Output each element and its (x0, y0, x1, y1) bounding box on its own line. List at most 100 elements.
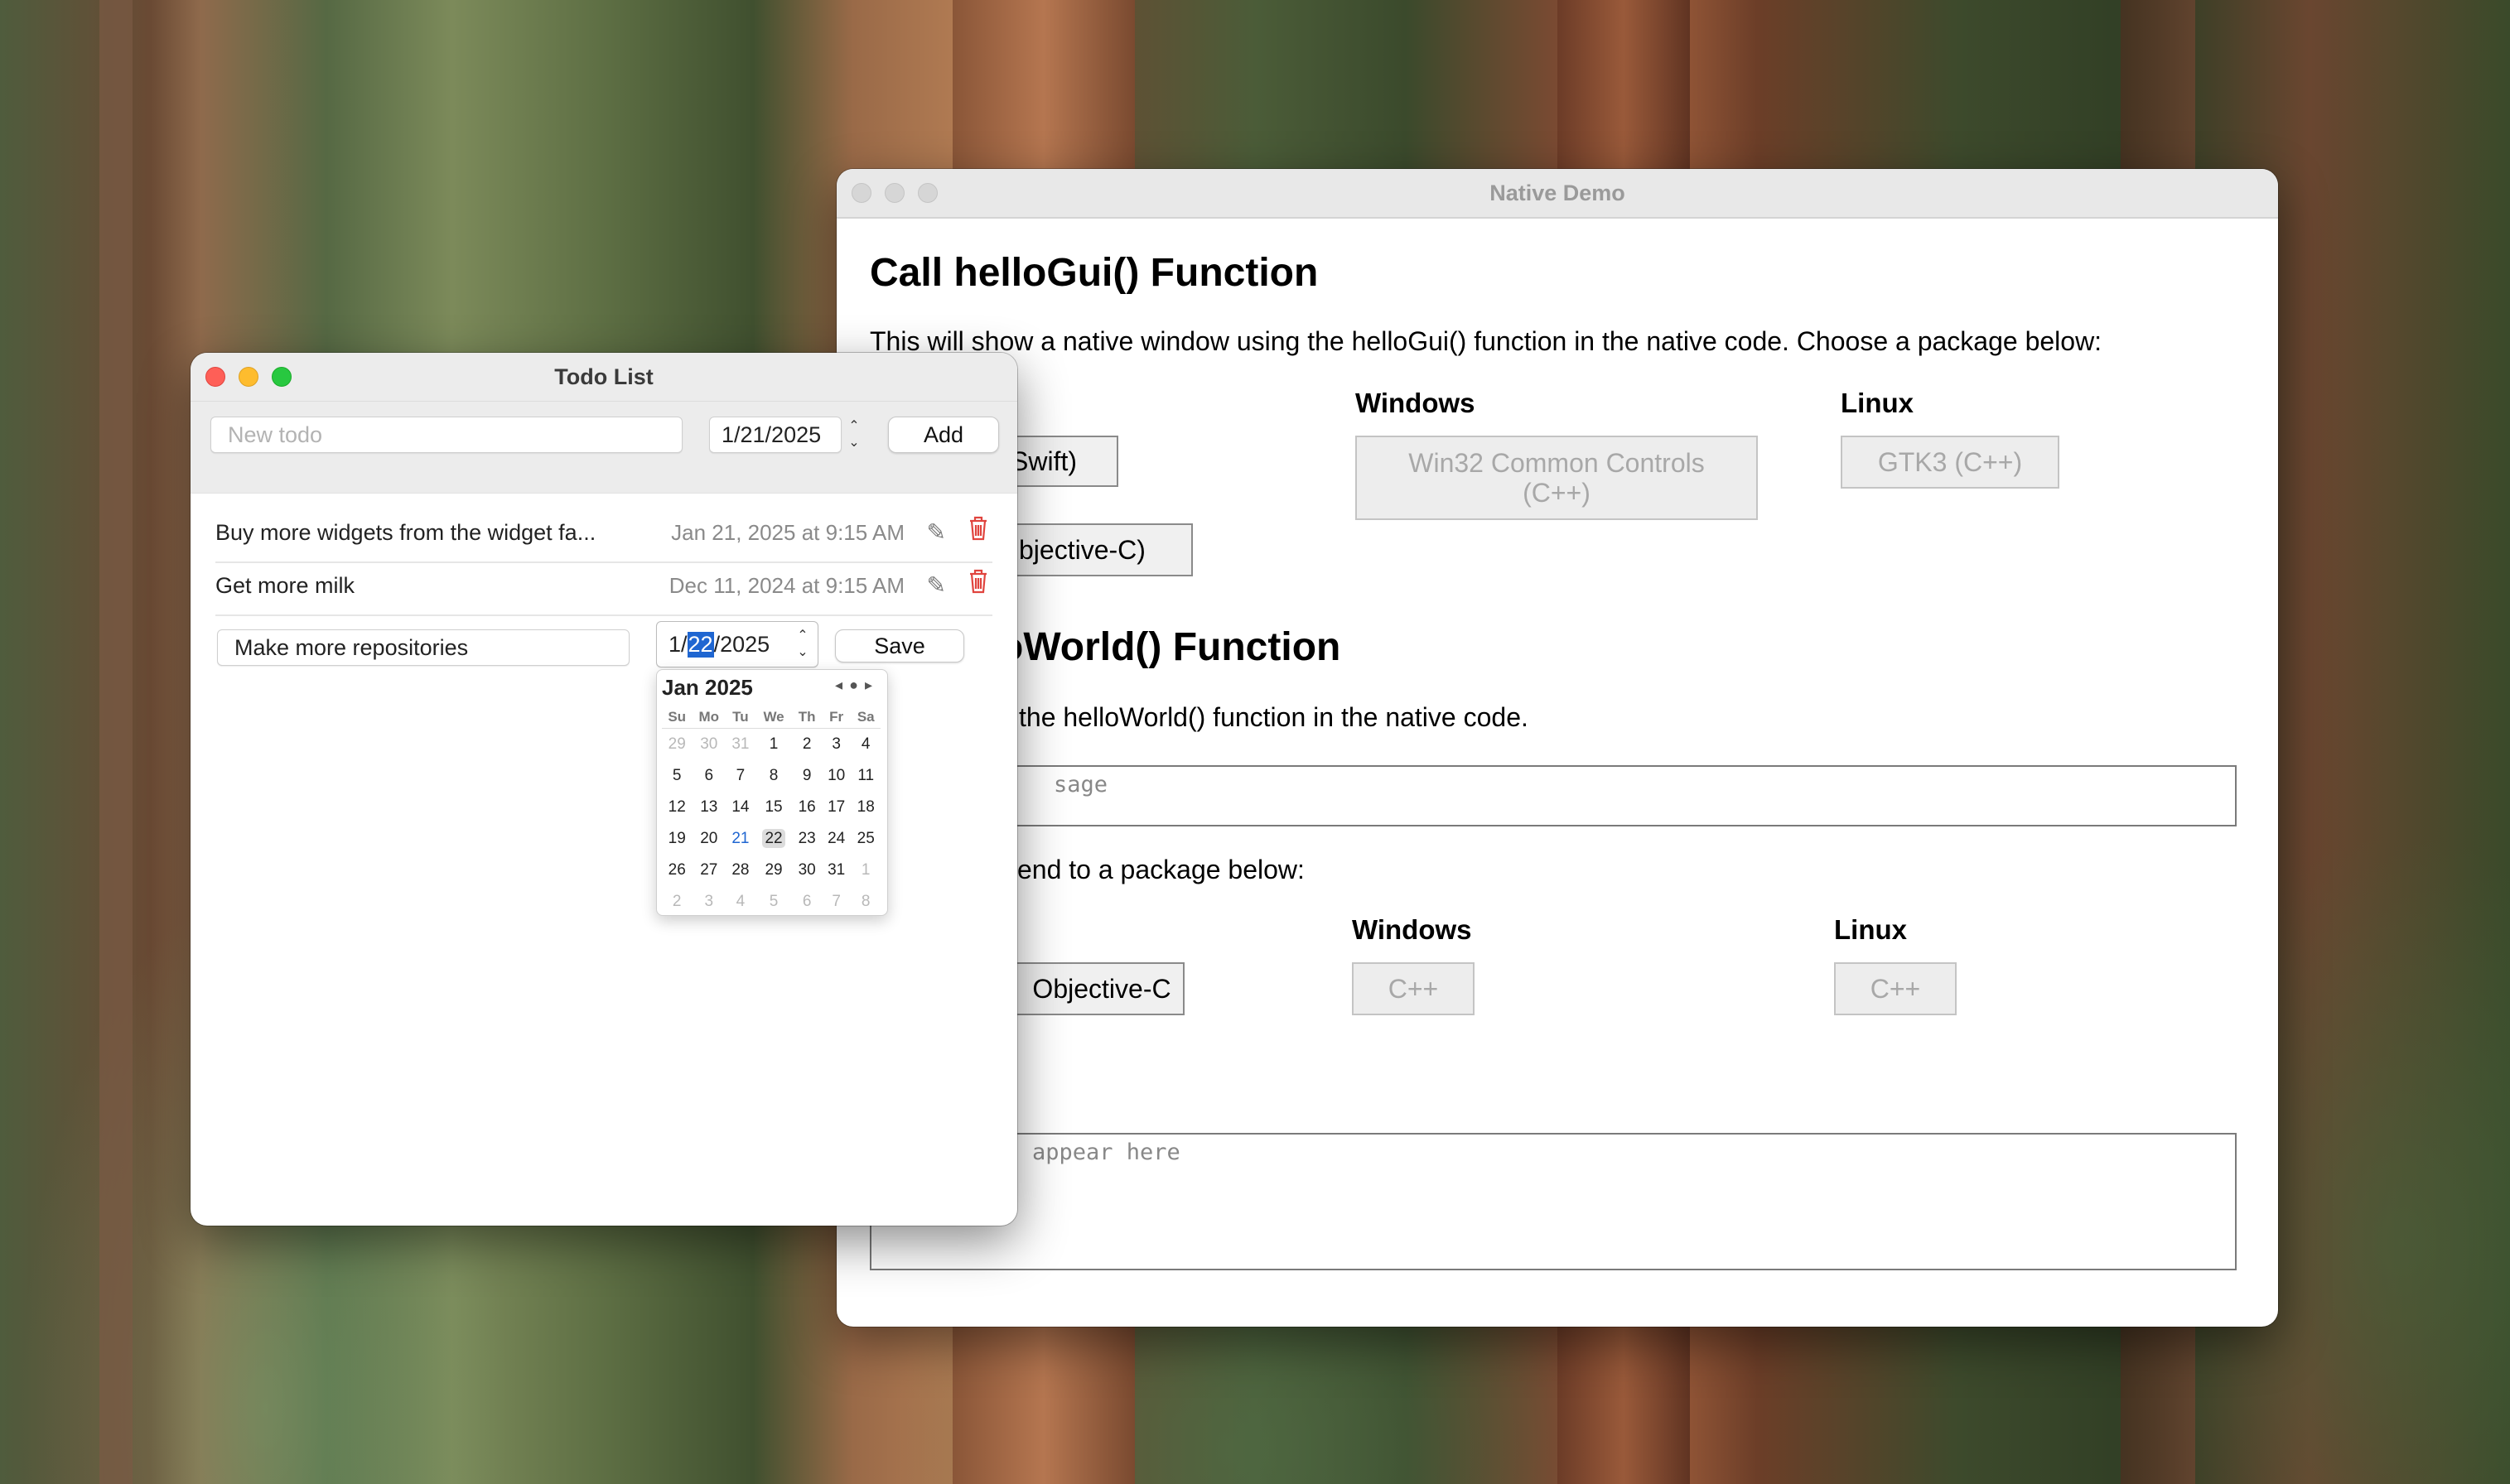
calendar-day[interactable]: 30 (792, 855, 822, 886)
calendar-day[interactable]: 8 (755, 760, 793, 792)
new-todo-date-field[interactable]: 1/21/2025 (709, 417, 842, 453)
calendar-day[interactable]: 31 (822, 855, 852, 886)
todo-item-date: Jan 21, 2025 at 9:15 AM (671, 520, 905, 545)
calendar-day[interactable]: 19 (662, 823, 692, 855)
todo-item: Buy more widgets from the widget fa... J… (215, 508, 992, 563)
calendar-day[interactable]: 20 (692, 823, 726, 855)
calendar-weekday: Mo (692, 706, 726, 729)
calendar-day[interactable]: 22 (755, 823, 793, 855)
calendar-day[interactable]: 12 (662, 792, 692, 823)
todo-item: Get more milk Dec 11, 2024 at 9:15 AM ✎ (215, 561, 992, 616)
gtk3-button[interactable]: GTK3 (C++) (1841, 436, 2059, 489)
calendar-day[interactable]: 29 (662, 729, 692, 761)
date-stepper-icon[interactable]: ⌃ ⌄ (794, 628, 812, 664)
trash-icon[interactable] (968, 568, 989, 595)
calendar-grid: Su Mo Tu We Th Fr Sa 29 30 31 1 2 3 4 5 6 7 8 9 10 11 12 13 14… (662, 706, 881, 918)
calendar-month-label: Jan 2025 (662, 675, 753, 700)
close-button[interactable] (852, 183, 871, 203)
calendar-day[interactable]: 26 (662, 855, 692, 886)
calendar-day[interactable]: 7 (822, 886, 852, 918)
todo-list-window: Todo List New todo 1/21/2025 ⌃ ⌄ Add Buy … (191, 353, 1017, 1226)
calendar-day[interactable]: 21 (726, 823, 755, 855)
window-title: Native Demo (1489, 181, 1625, 205)
calendar-day[interactable]: 5 (662, 760, 692, 792)
calendar-day[interactable]: 9 (792, 760, 822, 792)
zoom-button[interactable] (918, 183, 938, 203)
calendar-day[interactable]: 2 (662, 886, 692, 918)
calendar-day[interactable]: 6 (692, 760, 726, 792)
window-title: Todo List (554, 364, 654, 389)
todo-item-date: Dec 11, 2024 at 9:15 AM (669, 573, 905, 598)
column-header-linux: Linux (1841, 388, 1914, 418)
calendar-day[interactable]: 15 (755, 792, 793, 823)
date-day-segment[interactable]: 22 (687, 631, 714, 658)
calendar-nav[interactable]: ◂●▸ (835, 677, 879, 694)
calendar-day[interactable]: 4 (851, 729, 881, 761)
calendar-day[interactable]: 27 (692, 855, 726, 886)
section-description-helloworld: the helloWorld() function in the native … (1019, 702, 1528, 732)
pencil-icon[interactable]: ✎ (927, 571, 946, 599)
calendar-day[interactable]: 29 (755, 855, 793, 886)
background-tree-trunk (99, 0, 133, 1484)
calendar-day[interactable]: 14 (726, 792, 755, 823)
pencil-icon[interactable]: ✎ (927, 518, 946, 546)
calendar-day[interactable]: 4 (726, 886, 755, 918)
linux-cpp-send-button[interactable]: C++ (1834, 962, 1957, 1015)
calendar-day[interactable]: 10 (822, 760, 852, 792)
todo-item-title: Get more milk (215, 573, 355, 598)
column-header-windows: Windows (1355, 388, 1475, 418)
output-textarea[interactable]: appear here (870, 1133, 2237, 1270)
calendar-day[interactable]: 1 (755, 729, 793, 761)
edit-todo-input[interactable]: Make more repositories (217, 629, 630, 666)
date-stepper-icon[interactable]: ⌃ ⌄ (845, 418, 863, 455)
send-instructions: end to a package below: (1017, 855, 1305, 884)
save-button[interactable]: Save (835, 629, 964, 662)
column-header-linux-2: Linux (1834, 914, 1907, 945)
todo-item-title: Buy more widgets from the widget fa... (215, 520, 596, 545)
calendar-day[interactable]: 11 (851, 760, 881, 792)
calendar-day[interactable]: 13 (692, 792, 726, 823)
calendar-day[interactable]: 17 (822, 792, 852, 823)
calendar-weekday: Th (792, 706, 822, 729)
calendar-day[interactable]: 5 (755, 886, 793, 918)
calendar-weekday: Fr (821, 706, 852, 729)
trash-icon[interactable] (968, 515, 989, 542)
section-heading-hellogui: Call helloGui() Function (870, 251, 1319, 295)
calendar-day[interactable]: 6 (792, 886, 822, 918)
calendar-day[interactable]: 3 (822, 729, 852, 761)
new-todo-bar: New todo 1/21/2025 ⌃ ⌄ Add (191, 402, 1017, 494)
new-todo-input[interactable]: New todo (210, 417, 683, 453)
calendar-day[interactable]: 30 (692, 729, 726, 761)
add-button[interactable]: Add (888, 417, 999, 453)
calendar-weekday: Su (662, 706, 693, 729)
calendar-day[interactable]: 1 (851, 855, 881, 886)
column-header-windows-2: Windows (1352, 914, 1472, 945)
windows-cpp-send-button[interactable]: C++ (1352, 962, 1475, 1015)
calendar-day[interactable]: 28 (726, 855, 755, 886)
calendar-day[interactable]: 31 (726, 729, 755, 761)
native-demo-content: Call helloGui() Function This will show … (837, 219, 2278, 1327)
calendar-day[interactable]: 7 (726, 760, 755, 792)
calendar-weekday: Sa (851, 706, 881, 729)
todo-titlebar: Todo List (191, 353, 1017, 402)
calendar-weekday: Tu (726, 706, 755, 729)
minimize-button[interactable] (885, 183, 905, 203)
calendar-day[interactable]: 25 (851, 823, 881, 855)
calendar-weekday: We (755, 706, 793, 729)
calendar-day[interactable]: 24 (822, 823, 852, 855)
calendar-day[interactable]: 16 (792, 792, 822, 823)
calendar-day[interactable]: 23 (792, 823, 822, 855)
section-heading-helloworld: oWorld() Function (999, 625, 1341, 669)
message-input[interactable]: sage (870, 765, 2237, 826)
calendar-day[interactable]: 8 (851, 886, 881, 918)
minimize-button[interactable] (239, 367, 258, 387)
close-button[interactable] (205, 367, 225, 387)
date-picker-calendar: Jan 2025 ◂●▸ Su Mo Tu We Th Fr Sa 29 30 31 1 2 3 4 5 6… (656, 669, 888, 916)
calendar-day[interactable]: 18 (851, 792, 881, 823)
section-description-hellogui: This will show a native window using the… (870, 326, 2102, 356)
win32-common-controls-button[interactable]: Win32 Common Controls (C++) (1355, 436, 1758, 520)
native-demo-titlebar: Native Demo (837, 169, 2278, 219)
zoom-button[interactable] (272, 367, 292, 387)
calendar-day[interactable]: 3 (692, 886, 726, 918)
calendar-day[interactable]: 2 (792, 729, 822, 761)
